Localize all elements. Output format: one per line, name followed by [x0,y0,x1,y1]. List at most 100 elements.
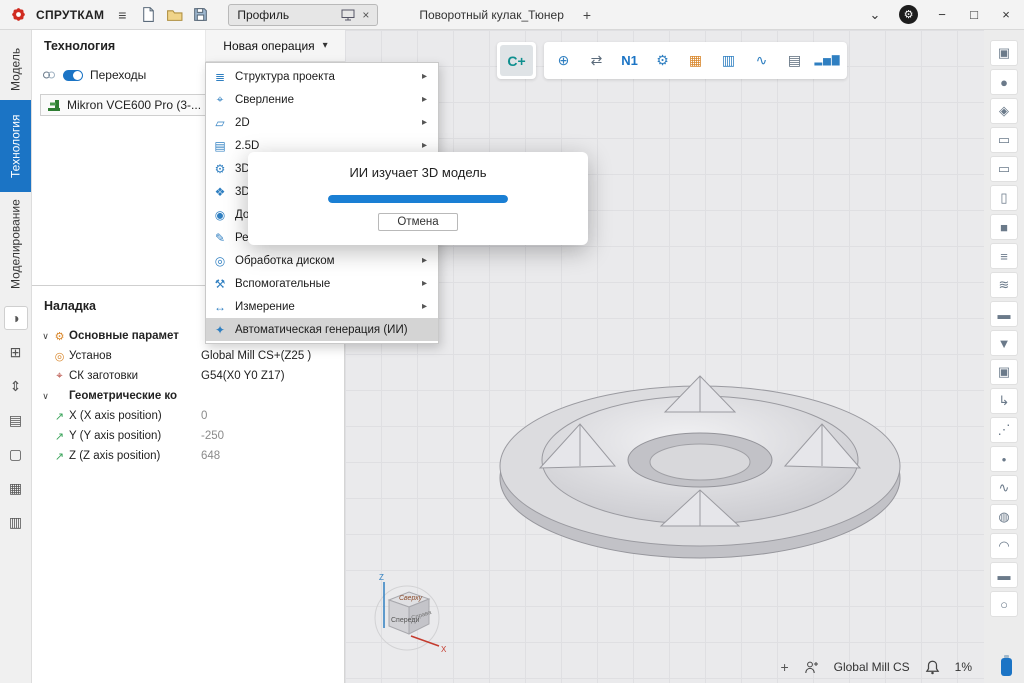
project-tab[interactable]: Поворотный кулак_Тюнер + [419,7,596,23]
menu-item-auxiliary[interactable]: ⚒ Вспомогательные ▸ [206,272,438,295]
setup-tree: ∨ ⚙ Основные парамет ◎ Установ Global Mi… [32,326,344,466]
surface-icon[interactable]: ◠ [990,533,1018,559]
chevron-down-icon[interactable]: ∨ [39,331,52,342]
axis-icon: ↗ [52,430,67,443]
drill-tool-icon[interactable]: ▼ [990,330,1018,356]
tree-item-y-axis[interactable]: ↗ Y (Y axis position) -250 [32,426,344,446]
new-file-icon[interactable] [140,6,157,23]
nc-program-icon[interactable]: N1 [613,45,646,76]
clipboard-icon[interactable]: ▦ [4,476,28,500]
tree-value[interactable]: -250 [201,430,224,442]
chevron-down-icon: ▾ [323,40,328,51]
submenu-arrow-icon: ▸ [422,140,432,151]
cancel-button[interactable]: Отмена [378,213,457,231]
swap-icon[interactable]: ⇕ [4,374,28,398]
tree-item-workpiece-cs[interactable]: ⌖ СК заготовки G54(X0 Y0 Z17) [32,366,344,386]
maximize-button[interactable]: □ [966,7,982,22]
hamburger-menu-icon[interactable]: ≡ [113,7,131,23]
workpiece-icon[interactable]: ■ [990,214,1018,240]
document-tab-profile[interactable]: Профиль × [228,4,378,26]
tree-value[interactable]: 648 [201,450,220,462]
pocket-icon[interactable]: ▣ [990,359,1018,385]
layout-icon[interactable]: ⊞ [4,340,28,364]
menu-item-project-structure[interactable]: ≣ Структура проекта ▸ [206,65,438,88]
transitions-toggle[interactable] [63,70,83,81]
slices-icon[interactable]: ≋ [990,272,1018,298]
probe-icon[interactable]: ⊕ [547,45,580,76]
tree-group-geometry[interactable]: ∨ Геометрические ко [32,386,344,406]
machine-node[interactable]: Mikron VCE600 Pro (3-... [40,94,208,116]
select-view-icon[interactable]: ▣ [990,40,1018,66]
spline-icon[interactable]: ∿ [990,475,1018,501]
sphere-view-icon[interactable]: ● [990,69,1018,95]
rail-tab-modeling[interactable]: Моделирование [0,192,31,296]
simulation-icon[interactable]: C+ [500,45,533,76]
save-icon[interactable] [192,6,209,23]
submenu-arrow-icon: ▸ [422,301,432,312]
right-toolbar: ▣ ● ◈ ▭ ▭ ▯ ■ ≡ ≋ ▬ ▼ ▣ ↳ ⋰ • ∿ ◍ ◠ ▬ ○ [984,30,1024,649]
chart-icon[interactable]: ∿ [745,45,778,76]
hatch-icon[interactable]: ⋰ [990,417,1018,443]
layers-icon[interactable]: ≡ [990,243,1018,269]
zoom-level[interactable]: 1% [955,660,972,674]
tree-label: СК заготовки [69,370,201,382]
add-icon[interactable]: + [780,659,788,675]
model-3d-lifebuoy[interactable] [485,350,915,580]
circle-icon[interactable]: ○ [990,591,1018,617]
minimize-button[interactable]: − [934,7,950,22]
settings-gear-icon[interactable]: ⚙ [899,5,918,24]
drilling-icon: ⌖ [212,92,228,107]
tree-item-setup[interactable]: ◎ Установ Global Mill CS+(Z25 ) [32,346,344,366]
machine-icon[interactable]: ⇄ [580,45,613,76]
menu-item-label: Обработка диском [235,255,415,267]
menu-item-2d[interactable]: ▱ 2D ▸ [206,111,438,134]
chevron-down-icon[interactable]: ∨ [39,391,52,402]
stock-box-icon[interactable]: ▭ [990,156,1018,182]
statistics-icon[interactable]: ▂▅▇ [811,45,844,76]
add-tab-icon[interactable]: + [578,7,596,23]
tree-value[interactable]: Global Mill CS+(Z25 ) [201,350,311,362]
transitions-row[interactable]: Переходы [42,68,146,82]
tree-value[interactable]: 0 [201,410,207,422]
fixture-icon[interactable]: ▯ [990,185,1018,211]
viewport-3d[interactable]: C+ ⊕ ⇄ N1 ⚙ ▦ ▥ ∿ ▤ ▂▅▇ [345,30,984,683]
holder-icon[interactable]: ▬ [990,301,1018,327]
ai-sparkle-icon: ✦ [212,323,228,337]
tool-magazine-icon[interactable]: ▦ [679,45,712,76]
menu-item-disc-machining[interactable]: ◎ Обработка диском ▸ [206,249,438,272]
menu-item-label: Структура проекта [235,71,415,83]
iso-view-icon[interactable]: ◈ [990,98,1018,124]
active-cs-label[interactable]: Global Mill CS [834,660,910,674]
pages-icon[interactable]: ▥ [4,510,28,534]
settings-gear-icon[interactable]: ⚙ [646,45,679,76]
stock-cylinder-icon[interactable]: ▭ [990,127,1018,153]
tree-label: Z (Z axis position) [69,450,201,462]
user-cs-icon[interactable] [804,660,819,675]
viewport-toolbar: C+ ⊕ ⇄ N1 ⚙ ▦ ▥ ∿ ▤ ▂▅▇ [497,42,847,79]
close-button[interactable]: × [998,7,1014,22]
notifications-bell-icon[interactable] [925,660,940,675]
rail-tab-model[interactable]: Модель [0,38,31,100]
expand-chevron-icon[interactable]: ⌄ [867,7,883,23]
report-table-icon[interactable]: ▥ [712,45,745,76]
rail-tab-technology[interactable]: Технология [0,100,31,192]
sketch-icon[interactable]: ▬ [990,562,1018,588]
tab-close-icon[interactable]: × [362,8,369,22]
3d-icon: ⚙ [212,162,228,176]
tree-item-x-axis[interactable]: ↗ X (X axis position) 0 [32,406,344,426]
menu-item-measurement[interactable]: ↔ Измерение ▸ [206,295,438,318]
print-icon[interactable]: ▤ [778,45,811,76]
point-icon[interactable]: • [990,446,1018,472]
toolpath-icon[interactable]: ↳ [990,388,1018,414]
printer-icon[interactable]: ▤ [4,408,28,432]
mesh-sphere-icon[interactable]: ◍ [990,504,1018,530]
frame-icon[interactable]: ▢ [4,442,28,466]
menu-item-ai-generation[interactable]: ✦ Автоматическая генерация (ИИ) [206,318,438,341]
tree-value[interactable]: G54(X0 Y0 Z17) [201,370,285,382]
tree-item-z-axis[interactable]: ↗ Z (Z axis position) 648 [32,446,344,466]
navigation-cube[interactable]: Сверху Спереди Справа Z X [365,570,449,662]
menu-item-drilling[interactable]: ⌖ Сверление ▸ [206,88,438,111]
new-operation-button[interactable]: Новая операция ▾ [205,30,345,62]
contrast-icon[interactable]: ◑ [4,306,28,330]
open-folder-icon[interactable] [166,6,183,23]
